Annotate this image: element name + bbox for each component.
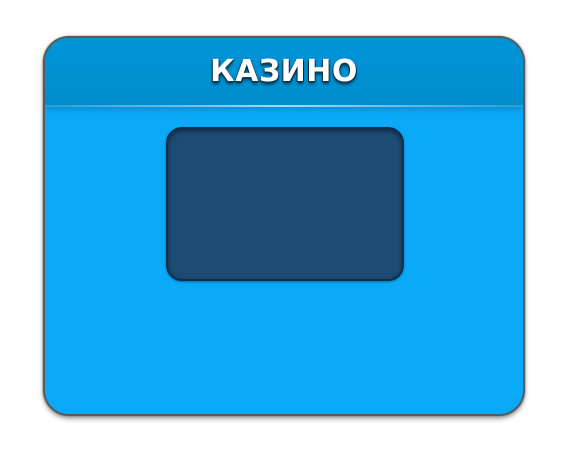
- panel-header: КАЗИНО: [45, 38, 523, 107]
- game-screen: КАЗИНО: [0, 0, 570, 450]
- content-slot[interactable]: [166, 127, 404, 281]
- casino-panel: КАЗИНО: [43, 36, 525, 416]
- panel-title: КАЗИНО: [210, 54, 358, 89]
